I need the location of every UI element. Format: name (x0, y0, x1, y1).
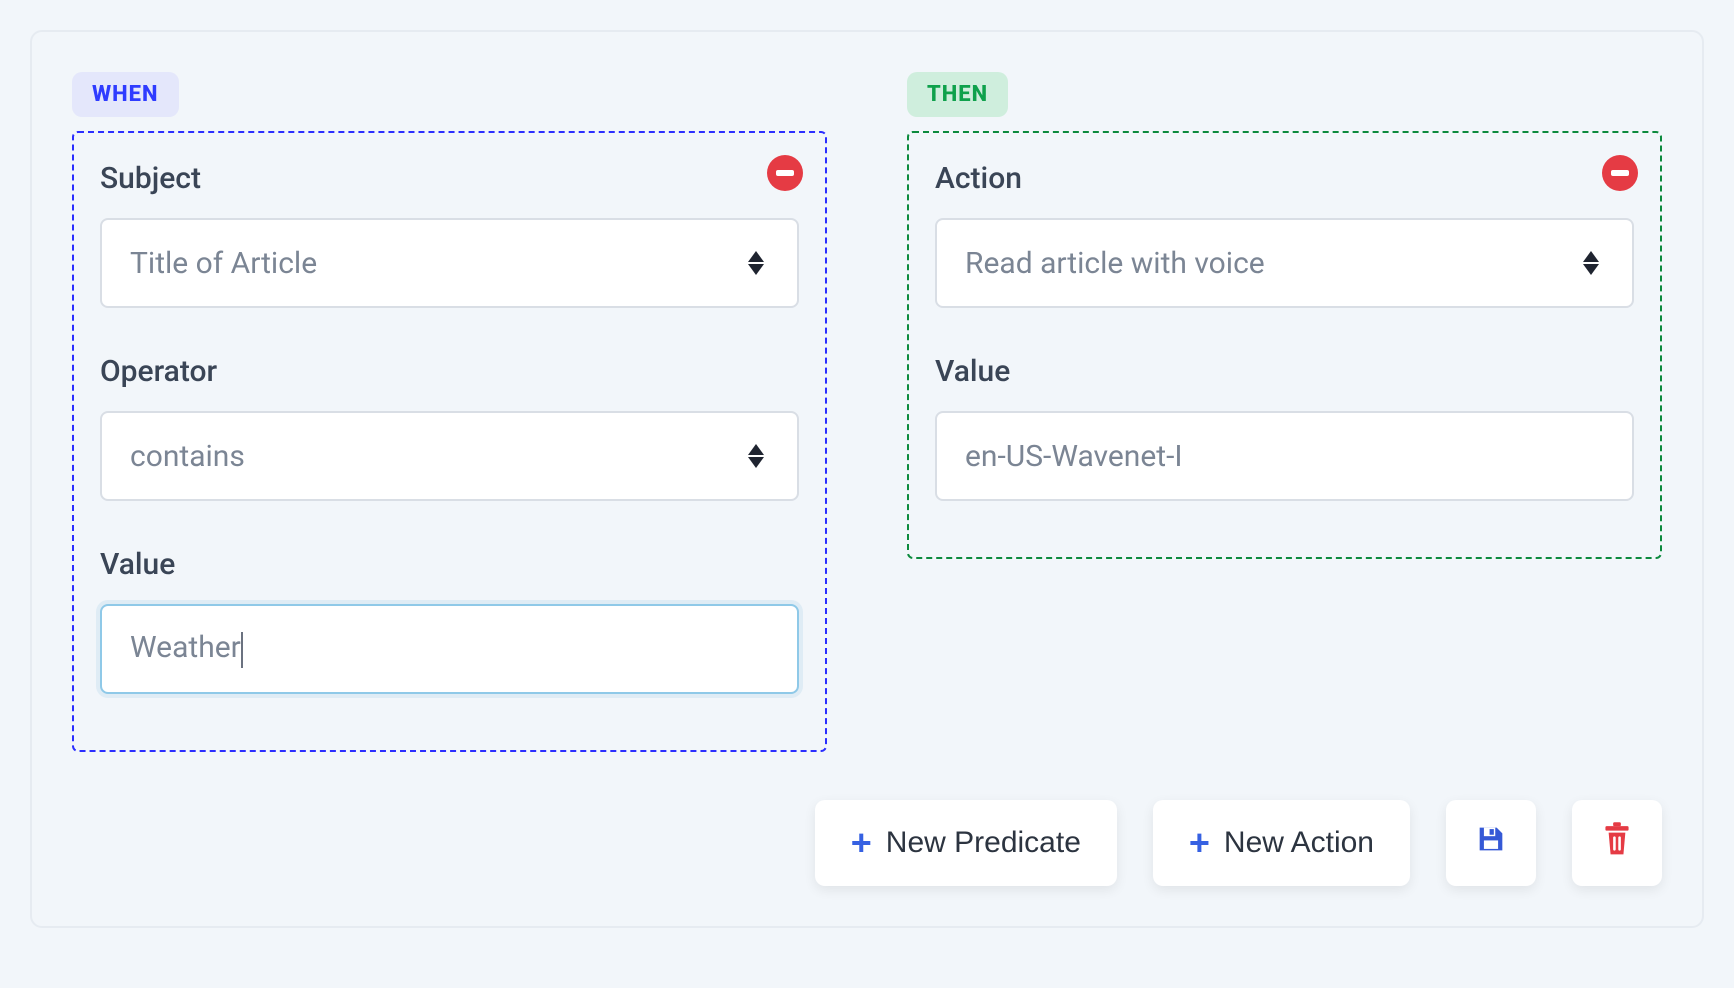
chevron-up-down-icon (1578, 248, 1604, 278)
minus-icon (776, 170, 794, 176)
save-button[interactable] (1446, 800, 1536, 886)
chevron-up-down-icon (743, 248, 769, 278)
subject-field: Subject Title of Article (100, 161, 799, 308)
operator-select[interactable]: contains (100, 411, 799, 501)
text-caret-icon (241, 632, 243, 668)
minus-icon (1611, 170, 1629, 176)
subject-select-value: Title of Article (130, 246, 743, 281)
new-action-button[interactable]: + New Action (1153, 800, 1410, 886)
action-value-field: Value en-US-Wavenet-I (935, 354, 1634, 501)
predicate-value-input[interactable]: Weather (100, 604, 799, 694)
when-tag: WHEN (72, 72, 179, 117)
action-field: Action Read article with voice (935, 161, 1634, 308)
action-bar: + New Predicate + New Action (72, 800, 1662, 886)
action-select[interactable]: Read article with voice (935, 218, 1634, 308)
predicate-value-text: Weather (130, 630, 769, 667)
then-tag: THEN (907, 72, 1008, 117)
new-predicate-label: New Predicate (886, 826, 1081, 860)
then-column: THEN Action Read article with voice (907, 72, 1662, 559)
operator-select-value: contains (130, 439, 743, 474)
remove-predicate-button[interactable] (767, 155, 803, 191)
action-select-value: Read article with voice (965, 246, 1578, 281)
value-field: Value Weather (100, 547, 799, 694)
new-predicate-button[interactable]: + New Predicate (815, 800, 1117, 886)
action-value-input[interactable]: en-US-Wavenet-I (935, 411, 1634, 501)
chevron-up-down-icon (743, 441, 769, 471)
trash-icon (1601, 821, 1633, 865)
operator-label: Operator (100, 354, 799, 389)
delete-button[interactable] (1572, 800, 1662, 886)
action-label: Action (935, 161, 1634, 196)
subject-select[interactable]: Title of Article (100, 218, 799, 308)
new-action-label: New Action (1224, 826, 1374, 860)
value-label: Value (100, 547, 799, 582)
action-value-text: en-US-Wavenet-I (965, 439, 1604, 474)
action-value-label: Value (935, 354, 1634, 389)
subject-label: Subject (100, 161, 799, 196)
save-icon (1474, 822, 1508, 864)
when-column: WHEN Subject Title of Article (72, 72, 827, 752)
when-box: Subject Title of Article Operator contai… (72, 131, 827, 752)
then-box: Action Read article with voice Value en-… (907, 131, 1662, 559)
remove-action-button[interactable] (1602, 155, 1638, 191)
operator-field: Operator contains (100, 354, 799, 501)
